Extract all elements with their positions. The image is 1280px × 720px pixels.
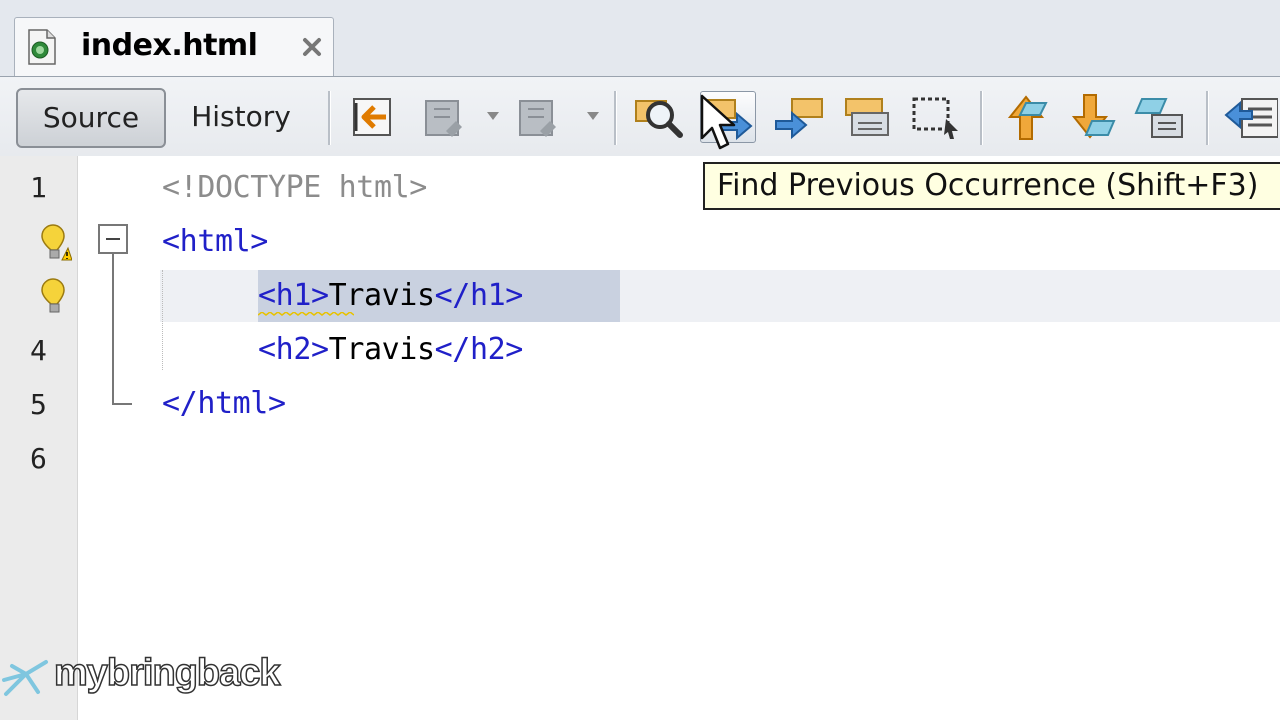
logo-mark-icon — [2, 660, 48, 696]
toolbar-separator — [614, 91, 617, 145]
back-button[interactable] — [420, 91, 476, 143]
line-number: 6 — [30, 442, 47, 475]
chevron-down-icon[interactable] — [486, 111, 500, 121]
code-line-1: <!DOCTYPE html> — [162, 170, 427, 205]
indent-guide — [162, 270, 163, 370]
fold-line — [112, 403, 132, 405]
logo-text: mybringback — [53, 651, 281, 695]
last-edit-icon — [353, 98, 391, 136]
code-fold-toggle[interactable] — [98, 224, 128, 254]
shift-left-icon — [1224, 98, 1279, 138]
previous-bookmark-button[interactable] — [996, 91, 1052, 143]
toggle-highlight-icon — [845, 98, 889, 136]
code-close-tag: </h2> — [434, 332, 524, 367]
toolbar-separator — [1206, 91, 1209, 145]
rect-selection-icon — [912, 97, 958, 139]
previous-bookmark-icon — [1007, 95, 1048, 140]
html-file-icon — [28, 29, 56, 65]
code-line-3: <h1>Travis</h1> — [258, 278, 523, 313]
next-bookmark-icon — [1071, 94, 1116, 139]
source-button[interactable]: Source — [16, 88, 166, 148]
fold-line — [112, 254, 114, 404]
toggle-bookmark-button[interactable] — [1134, 91, 1190, 143]
line-number: 5 — [30, 388, 47, 421]
tooltip: Find Previous Occurrence (Shift+F3) — [703, 162, 1280, 210]
chevron-down-icon[interactable] — [586, 111, 600, 121]
mouse-cursor-icon — [700, 94, 736, 150]
file-tab[interactable]: index.html — [14, 17, 334, 76]
shift-left-button[interactable] — [1222, 91, 1279, 143]
find-next-icon — [775, 98, 823, 140]
find-selection-icon — [635, 100, 683, 138]
next-bookmark-button[interactable] — [1066, 91, 1122, 143]
code-open-tag: <h1> — [258, 278, 329, 313]
forward-icon — [519, 100, 556, 137]
code-line-5: </html> — [162, 386, 286, 421]
logo: mybringback — [0, 651, 300, 712]
line-number: 4 — [30, 334, 47, 367]
find-next-button[interactable] — [770, 91, 826, 143]
last-edit-button[interactable] — [346, 91, 402, 143]
line-number: 1 — [30, 171, 47, 204]
lightbulb-icon[interactable] — [38, 278, 72, 316]
editor-toolbar: Source History — [0, 76, 1280, 156]
editor-tab-strip: index.html — [0, 0, 1280, 76]
rect-selection-button[interactable] — [908, 91, 964, 143]
code-close-tag: </h1> — [434, 278, 524, 313]
code-text: Travis — [328, 332, 435, 367]
toggle-bookmark-icon — [1134, 98, 1183, 138]
history-button[interactable]: History — [176, 88, 306, 148]
code-open-tag: <h2> — [258, 332, 329, 367]
code-line-4: <h2>Travis</h2> — [258, 332, 523, 367]
find-selection-button[interactable] — [632, 91, 688, 143]
tab-title: index.html — [81, 28, 258, 63]
code-line-2: <html> — [162, 224, 268, 259]
close-icon[interactable] — [301, 36, 323, 58]
toggle-highlight-button[interactable] — [840, 91, 896, 143]
back-icon — [425, 100, 462, 137]
toolbar-separator — [980, 91, 983, 145]
code-text: Travis — [328, 278, 435, 313]
warning-lightbulb-icon[interactable] — [38, 224, 72, 262]
forward-button[interactable] — [514, 91, 570, 143]
toolbar-separator — [328, 91, 331, 145]
